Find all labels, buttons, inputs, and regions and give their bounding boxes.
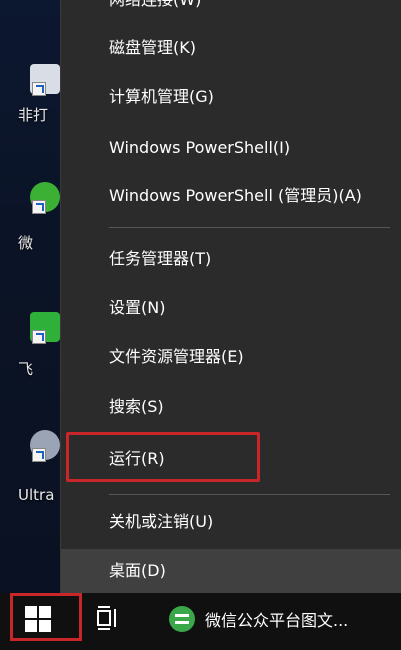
desktop-icon-label: 飞	[18, 360, 34, 378]
windows-logo-icon	[25, 606, 51, 632]
menu-item-disk-management[interactable]: 磁盘管理(K)	[61, 26, 401, 70]
shortcut-arrow-icon	[32, 330, 46, 344]
menu-item-powershell-admin[interactable]: Windows PowerShell (管理员)(A)	[61, 174, 401, 218]
shortcut-arrow-icon	[32, 448, 46, 462]
menu-item-settings[interactable]: 设置(N)	[61, 286, 401, 330]
run-highlight-box	[66, 432, 260, 482]
app-icon	[169, 606, 195, 632]
task-view-icon[interactable]	[95, 605, 121, 631]
menu-item-shutdown-signout[interactable]: 关机或注销(U)	[61, 500, 401, 544]
desktop: 非打 微 飞 Ultra	[0, 0, 60, 593]
menu-item-powershell[interactable]: Windows PowerShell(I)	[61, 126, 401, 170]
menu-item-file-explorer[interactable]: 文件资源管理器(E)	[61, 335, 401, 379]
menu-item-task-manager[interactable]: 任务管理器(T)	[61, 237, 401, 281]
menu-item-search[interactable]: 搜索(S)	[61, 385, 401, 429]
desktop-icon-label: 微	[18, 234, 34, 252]
shortcut-arrow-icon	[32, 200, 46, 214]
menu-item-desktop[interactable]: 桌面(D)	[61, 549, 401, 593]
desktop-shortcut-icon[interactable]	[30, 64, 60, 104]
desktop-icon-label: 非打	[18, 106, 49, 124]
desktop-icon-label: Ultra	[18, 486, 55, 504]
menu-item-network-connections[interactable]: 网络连接(W)	[61, 0, 401, 22]
taskbar: 微信公众平台图文...	[0, 593, 401, 650]
menu-item-computer-management[interactable]: 计算机管理(G)	[61, 75, 401, 119]
menu-separator	[109, 494, 390, 495]
menu-separator	[109, 227, 390, 228]
start-context-menu: 网络连接(W) 磁盘管理(K) 计算机管理(G) Windows PowerSh…	[60, 0, 401, 593]
taskbar-app-label: 微信公众平台图文...	[205, 611, 349, 630]
start-button[interactable]	[10, 593, 82, 641]
plane-shortcut-icon[interactable]	[30, 312, 60, 352]
ultra-shortcut-icon[interactable]	[30, 430, 60, 470]
shortcut-arrow-icon	[32, 82, 46, 96]
taskbar-app-wechat-article[interactable]: 微信公众平台图文...	[160, 593, 401, 650]
wechat-shortcut-icon[interactable]	[30, 182, 60, 222]
